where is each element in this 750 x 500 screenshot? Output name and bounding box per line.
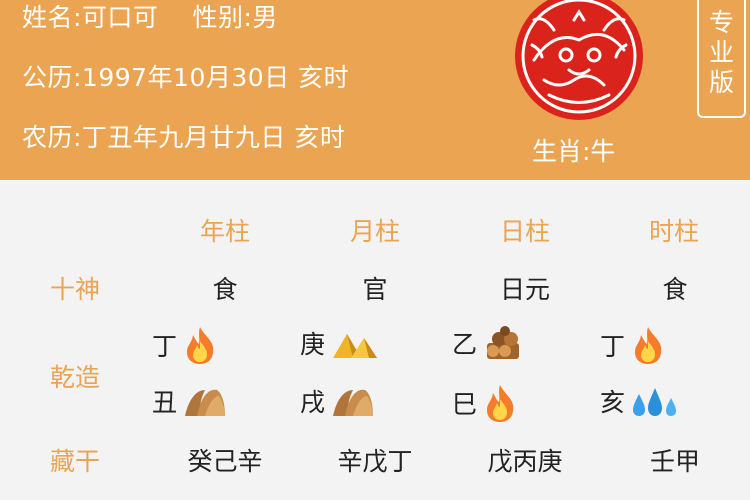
row-label-shishen: 十神 bbox=[49, 275, 100, 304]
branch-char: 戌 bbox=[300, 388, 326, 417]
pro-version-button[interactable]: 专 业 版 bbox=[697, 0, 746, 118]
solar-date-line: 公历:1997年10月30日 亥时 bbox=[22, 63, 350, 92]
pro-button-char: 专 bbox=[708, 8, 734, 37]
canggan-day: 戊丙庚 bbox=[487, 447, 563, 476]
fire-icon bbox=[187, 327, 214, 364]
canggan-hour: 壬甲 bbox=[649, 447, 700, 476]
fire-icon bbox=[487, 385, 514, 422]
stem-char: 庚 bbox=[300, 330, 326, 359]
bazi-table: 年柱 月柱 日柱 时柱 十神 食 官 日元 食 乾造 丁 庚 乙 丁 丑 戌 巳… bbox=[0, 180, 750, 500]
branch-year: 丑 bbox=[152, 383, 227, 419]
name-text: 姓名:可口可 bbox=[22, 3, 159, 32]
earth-icon bbox=[333, 389, 374, 416]
column-header-hour: 时柱 bbox=[648, 217, 699, 246]
branch-char: 巳 bbox=[452, 390, 478, 419]
branch-char: 亥 bbox=[600, 388, 626, 417]
branch-hour: 亥 bbox=[600, 383, 679, 419]
stem-char: 乙 bbox=[452, 330, 478, 359]
shishen-year: 食 bbox=[212, 275, 238, 304]
stem-month: 庚 bbox=[300, 325, 379, 361]
stem-day: 乙 bbox=[452, 325, 523, 361]
fire-icon bbox=[635, 327, 662, 364]
branch-day: 巳 bbox=[452, 383, 517, 423]
branch-month: 戌 bbox=[300, 383, 375, 419]
canggan-year: 癸己辛 bbox=[187, 447, 263, 476]
wood-icon bbox=[487, 326, 520, 359]
stem-hour: 丁 bbox=[600, 325, 665, 365]
column-header-year: 年柱 bbox=[199, 217, 250, 246]
ox-papercut-icon bbox=[515, 0, 643, 120]
shishen-day: 日元 bbox=[499, 275, 550, 304]
lunar-date-line: 农历:丁丑年九月廿九日 亥时 bbox=[22, 123, 346, 152]
name-gender-line: 姓名:可口可 性别:男 bbox=[22, 2, 278, 34]
stem-char: 丁 bbox=[600, 332, 626, 361]
canggan-month: 辛戊丁 bbox=[337, 447, 413, 476]
row-label-canggan: 藏干 bbox=[49, 447, 100, 476]
earth-icon bbox=[185, 389, 226, 416]
profile-header: 姓名:可口可 性别:男 公历:1997年10月30日 亥时 农历:丁丑年九月廿九日… bbox=[0, 0, 750, 180]
shishen-hour: 食 bbox=[662, 275, 688, 304]
shishen-month: 官 bbox=[362, 275, 388, 304]
stem-char: 丁 bbox=[152, 332, 178, 361]
zodiac-label: 生肖:牛 bbox=[532, 137, 616, 166]
pro-button-char: 版 bbox=[708, 68, 734, 97]
stem-year: 丁 bbox=[152, 325, 217, 365]
column-header-day: 日柱 bbox=[499, 217, 550, 246]
water-icon bbox=[633, 388, 677, 416]
column-header-month: 月柱 bbox=[349, 217, 400, 246]
metal-icon bbox=[333, 334, 378, 358]
row-label-qianzao: 乾造 bbox=[49, 363, 100, 392]
branch-char: 丑 bbox=[152, 388, 178, 417]
pro-button-char: 业 bbox=[708, 38, 734, 67]
gender-text: 性别:男 bbox=[192, 3, 278, 32]
